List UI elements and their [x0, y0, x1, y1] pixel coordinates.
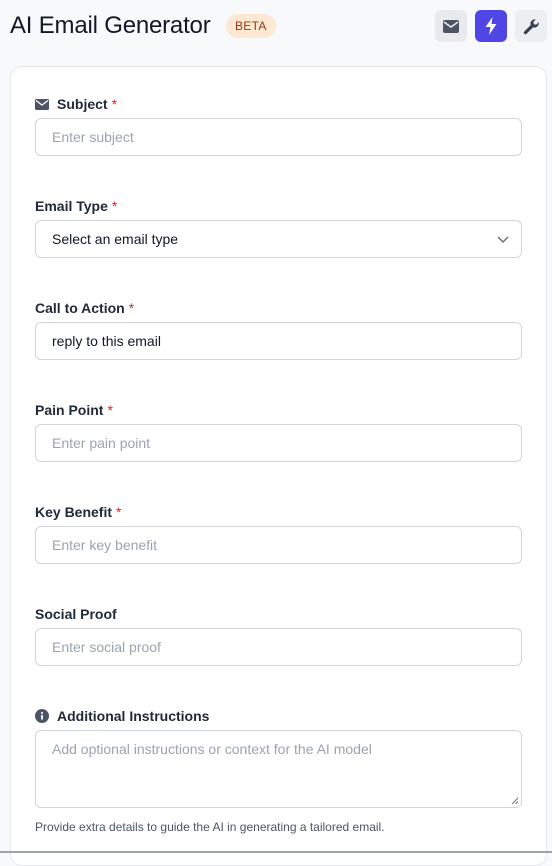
- email-type-selected: Select an email type: [52, 231, 179, 247]
- additional-instructions-field: Additional Instructions Add optional ins…: [35, 706, 522, 834]
- additional-instructions-placeholder: Add optional instructions or context for…: [52, 741, 372, 757]
- beta-badge: BETA: [226, 14, 276, 38]
- email-type-label: Email Type: [35, 198, 108, 214]
- additional-instructions-label: Additional Instructions: [57, 708, 210, 724]
- key-benefit-label: Key Benefit: [35, 504, 113, 520]
- required-marker: *: [111, 96, 118, 112]
- subject-label: Subject: [57, 96, 108, 112]
- social-proof-input[interactable]: Enter social proof: [35, 628, 522, 666]
- pain-point-input[interactable]: Enter pain point: [35, 424, 522, 462]
- email-form-card: Subject * Enter subject Email Type * Sel…: [10, 66, 547, 866]
- required-marker: *: [128, 300, 135, 316]
- additional-instructions-textarea[interactable]: Add optional instructions or context for…: [35, 730, 522, 808]
- mail-button[interactable]: [435, 10, 467, 42]
- required-marker: *: [116, 504, 122, 520]
- call-to-action-label: Call to Action: [35, 300, 125, 316]
- call-to-action-field: Call to Action * reply to this email: [35, 298, 522, 360]
- generate-button[interactable]: [475, 10, 507, 42]
- bolt-icon: [485, 17, 497, 35]
- mail-icon: [443, 19, 459, 33]
- required-marker: *: [107, 402, 113, 418]
- social-proof-field: Social Proof Enter social proof: [35, 604, 522, 666]
- pain-point-field: Pain Point * Enter pain point: [35, 400, 522, 462]
- chevron-down-icon: [497, 236, 509, 244]
- key-benefit-input[interactable]: Enter key benefit: [35, 526, 522, 564]
- additional-instructions-help: Provide extra details to guide the AI in…: [35, 820, 385, 834]
- subject-field: Subject * Enter subject: [35, 94, 522, 156]
- subject-input[interactable]: Enter subject: [35, 118, 522, 156]
- pain-point-label: Pain Point: [35, 402, 104, 418]
- header: AI Email Generator BETA: [0, 0, 552, 56]
- page-title: AI Email Generator: [10, 12, 211, 39]
- resize-handle-icon[interactable]: [511, 797, 519, 805]
- envelope-icon: [35, 98, 49, 110]
- email-type-field: Email Type * Select an email type: [35, 196, 522, 258]
- call-to-action-input[interactable]: reply to this email: [35, 322, 522, 360]
- key-benefit-field: Key Benefit * Enter key benefit: [35, 502, 522, 564]
- email-type-select[interactable]: Select an email type: [35, 220, 522, 258]
- settings-button[interactable]: [515, 10, 547, 42]
- social-proof-label: Social Proof: [35, 606, 117, 622]
- required-marker: *: [111, 198, 118, 214]
- wrench-icon: [523, 18, 539, 34]
- info-icon: [35, 709, 49, 723]
